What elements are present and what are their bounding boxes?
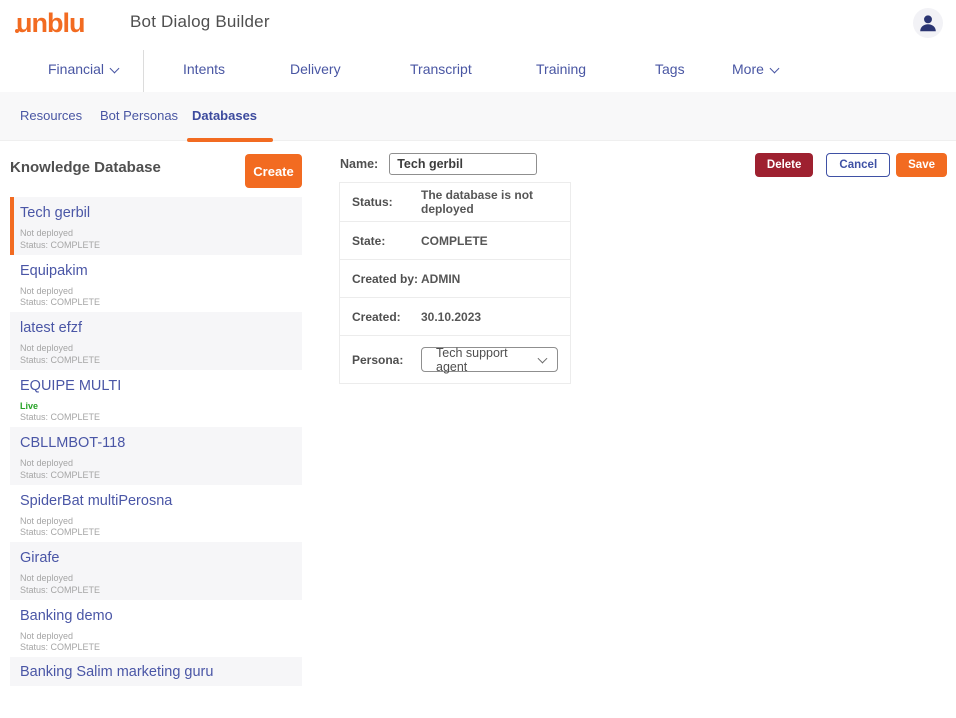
nav-item-training[interactable]: Training: [536, 61, 586, 77]
table-row: Created by: ADMIN: [340, 259, 570, 297]
chevron-down-icon: [769, 64, 779, 74]
nav-item-transcript[interactable]: Transcript: [410, 61, 472, 77]
page-title: Bot Dialog Builder: [130, 12, 270, 32]
tab-databases[interactable]: Databases: [192, 108, 257, 123]
list-item-banking-salim[interactable]: Banking Salim marketing guru: [10, 657, 302, 686]
list-item-equipakim[interactable]: Equipakim Not deployed Status: COMPLETE: [10, 255, 302, 313]
logo-dot: [15, 29, 19, 33]
cancel-button[interactable]: Cancel: [826, 153, 890, 177]
user-icon: [917, 12, 939, 34]
nav-item-financial[interactable]: Financial: [48, 61, 118, 77]
name-row: Name:: [340, 153, 537, 175]
table-row: Created: 30.10.2023: [340, 297, 570, 335]
database-list: Tech gerbil Not deployed Status: COMPLET…: [10, 197, 302, 686]
list-item-equipe-multi[interactable]: EQUIPE MULTI Live Status: COMPLETE: [10, 370, 302, 428]
created-by-value: ADMIN: [421, 272, 460, 286]
tab-resources[interactable]: Resources: [20, 108, 82, 123]
list-item-cbllmbot-118[interactable]: CBLLMBOT-118 Not deployed Status: COMPLE…: [10, 427, 302, 485]
created-value: 30.10.2023: [421, 310, 481, 324]
active-tab-underline: [187, 138, 273, 142]
status-value: The database is not deployed: [421, 188, 570, 216]
tab-bot-personas[interactable]: Bot Personas: [100, 108, 178, 123]
persona-dropdown[interactable]: Tech support agent: [421, 347, 558, 372]
create-button[interactable]: Create: [245, 154, 302, 188]
main-nav: Financial Intents Delivery Transcript Tr…: [0, 48, 956, 92]
action-buttons: Delete Cancel Save: [755, 153, 947, 177]
persona-label: Persona:: [340, 353, 421, 367]
list-item-girafe[interactable]: Girafe Not deployed Status: COMPLETE: [10, 542, 302, 600]
list-item-banking-demo[interactable]: Banking demo Not deployed Status: COMPLE…: [10, 600, 302, 658]
user-avatar[interactable]: [913, 8, 943, 38]
created-label: Created:: [340, 310, 421, 324]
chevron-down-icon: [110, 64, 120, 74]
list-item-spiderbat[interactable]: SpiderBat multiPerosna Not deployed Stat…: [10, 485, 302, 543]
nav-item-intents[interactable]: Intents: [183, 61, 225, 77]
live-badge: Live: [20, 401, 292, 413]
table-row: Status: The database is not deployed: [340, 183, 570, 221]
nav-item-tags[interactable]: Tags: [655, 61, 685, 77]
name-label: Name:: [340, 157, 378, 171]
nav-item-delivery[interactable]: Delivery: [290, 61, 341, 77]
list-item-latest-efzf[interactable]: latest efzf Not deployed Status: COMPLET…: [10, 312, 302, 370]
persona-selected-value: Tech support agent: [436, 346, 539, 374]
sidebar-title: Knowledge Database: [10, 159, 161, 176]
delete-button[interactable]: Delete: [755, 153, 814, 177]
list-item-tech-gerbil[interactable]: Tech gerbil Not deployed Status: COMPLET…: [10, 197, 302, 255]
unblu-logo: unblu: [16, 8, 84, 39]
database-info-table: Status: The database is not deployed Sta…: [339, 182, 571, 384]
save-button[interactable]: Save: [896, 153, 947, 177]
table-row: Persona: Tech support agent: [340, 335, 570, 383]
name-input[interactable]: [389, 153, 537, 175]
top-header: unblu Bot Dialog Builder: [0, 0, 956, 48]
table-row: State: COMPLETE: [340, 221, 570, 259]
status-label: Status:: [340, 195, 421, 209]
sub-tab-bar: Resources Bot Personas Databases: [0, 92, 956, 141]
state-label: State:: [340, 234, 421, 248]
state-value: COMPLETE: [421, 234, 488, 248]
created-by-label: Created by:: [340, 272, 421, 286]
logo-text: unblu: [16, 8, 84, 38]
nav-item-more[interactable]: More: [732, 61, 778, 77]
nav-divider: [143, 50, 144, 95]
